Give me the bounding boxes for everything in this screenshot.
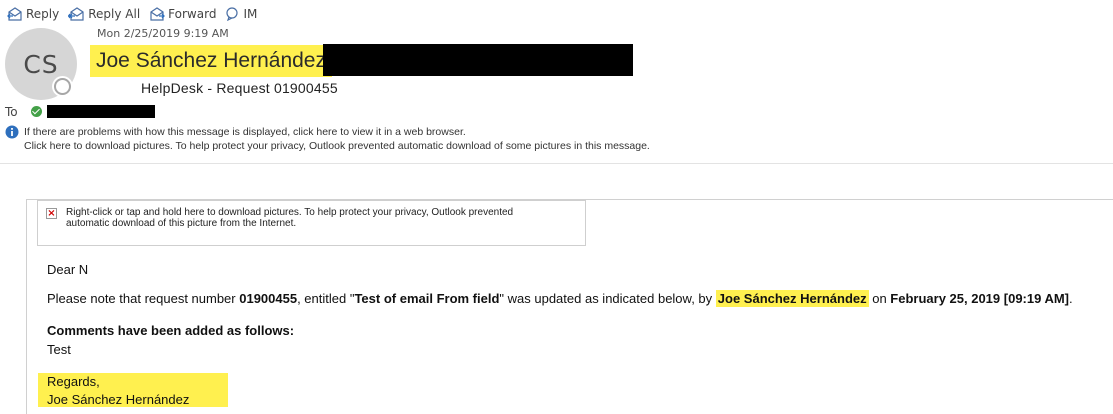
- im-label: IM: [243, 7, 258, 21]
- reply-button[interactable]: Reply: [7, 7, 59, 21]
- regards-line: Regards,: [47, 374, 100, 389]
- forward-label: Forward: [168, 7, 217, 21]
- para-text: .: [1069, 291, 1073, 306]
- comments-value: Test: [47, 342, 71, 357]
- sender-name[interactable]: Joe Sánchez Hernández: [90, 45, 332, 77]
- to-label: To: [5, 105, 18, 119]
- para-text: Please note that request number: [47, 291, 240, 306]
- request-number: 01900455: [239, 291, 298, 306]
- broken-image-icon: ×: [46, 208, 57, 219]
- blocked-image-text: Right-click or tap and hold here to down…: [66, 207, 514, 229]
- updated-on-date: February 25, 2019 [09:19 AM]: [890, 291, 1070, 306]
- signature-name: Joe Sánchez Hernández: [47, 392, 190, 407]
- download-pictures-notice[interactable]: Click here to download pictures. To help…: [24, 140, 650, 152]
- para-text: on: [868, 291, 891, 306]
- reply-all-button[interactable]: Reply All: [68, 7, 140, 21]
- header-divider: [0, 163, 1113, 164]
- forward-button[interactable]: Forward: [149, 7, 216, 21]
- reply-label: Reply: [26, 7, 60, 21]
- info-icon: [5, 125, 19, 139]
- reply-all-icon: [68, 7, 84, 21]
- reply-icon: [7, 7, 22, 21]
- sent-timestamp: Mon 2/25/2019 9:19 AM: [97, 27, 229, 40]
- blocked-image-placeholder[interactable]: × Right-click or tap and hold here to do…: [37, 200, 586, 246]
- message-toolbar: Reply Reply All Forward IM: [7, 5, 266, 23]
- forward-icon: [150, 7, 166, 21]
- presence-status-icon: [54, 78, 71, 95]
- request-title: Test of email From field: [354, 291, 500, 306]
- redacted-recipient[interactable]: [47, 105, 155, 118]
- update-paragraph: Please note that request number 01900455…: [47, 290, 1073, 307]
- para-text: " was updated as indicated below, by: [499, 291, 716, 306]
- message-subject: HelpDesk - Request 01900455: [141, 80, 338, 96]
- im-icon: [226, 7, 239, 21]
- updated-by-name: Joe Sánchez Hernández: [715, 290, 869, 307]
- para-text: , entitled ": [297, 291, 355, 306]
- recipient-presence-icon: [31, 106, 42, 117]
- redacted-sender-address: [323, 44, 633, 76]
- im-button[interactable]: IM: [225, 7, 257, 21]
- greeting: Dear N: [47, 262, 89, 277]
- comments-heading: Comments have been added as follows:: [47, 323, 295, 338]
- view-in-browser-notice[interactable]: If there are problems with how this mess…: [24, 126, 466, 138]
- avatar-initials: CS: [23, 49, 59, 79]
- reply-all-label: Reply All: [88, 7, 141, 21]
